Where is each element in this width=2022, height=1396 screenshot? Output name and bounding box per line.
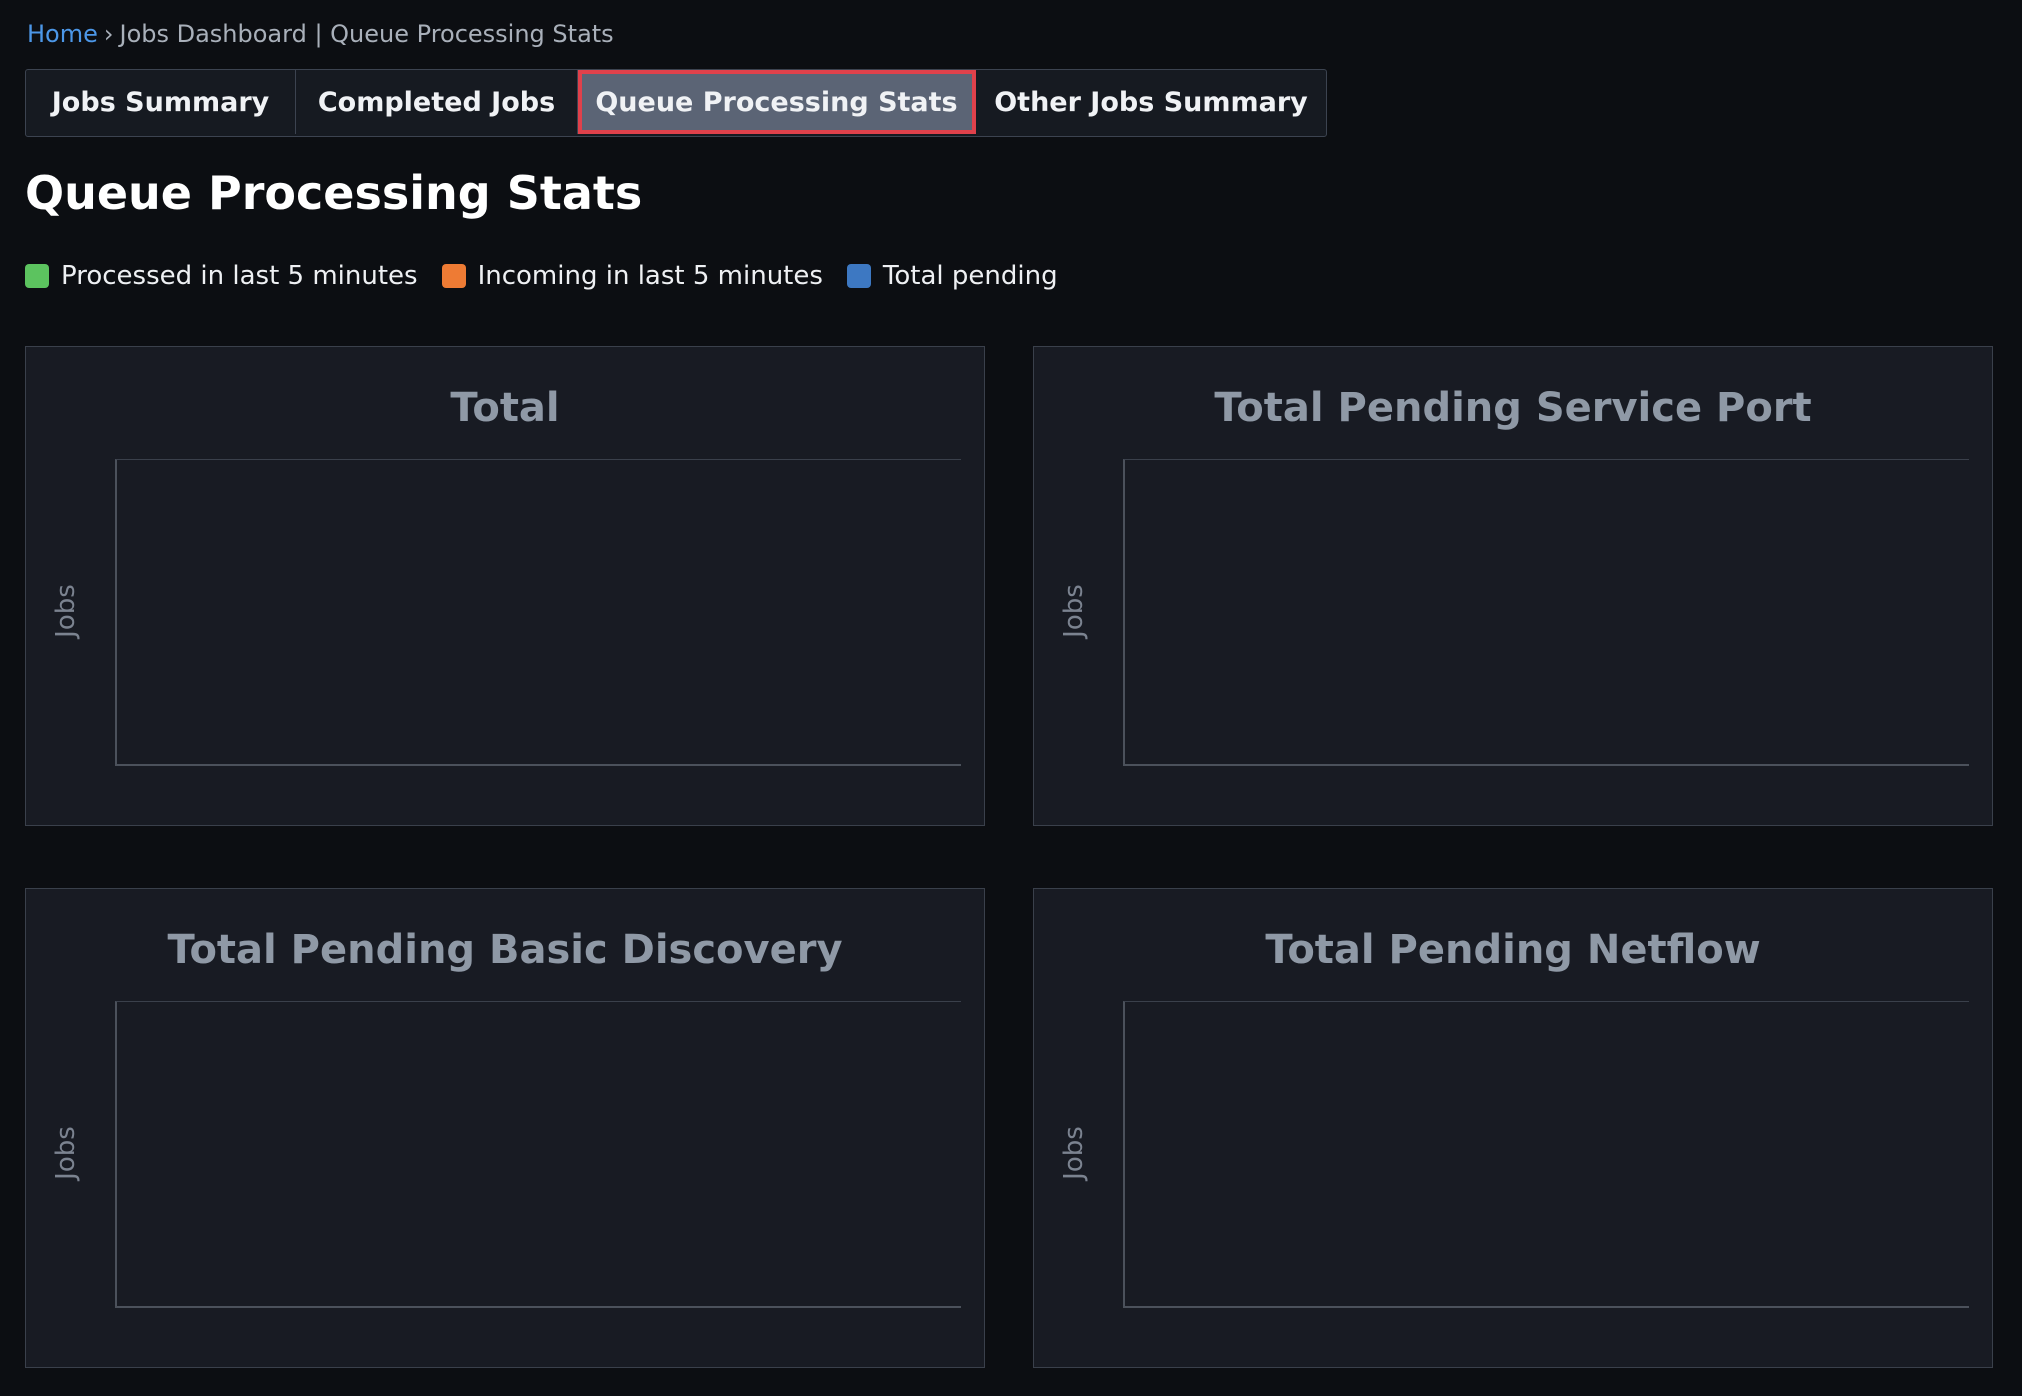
page: Home › Jobs Dashboard | Queue Processing S… bbox=[0, 0, 2022, 1396]
chart-card-total: Total Jobs bbox=[25, 346, 985, 826]
chart-plot-area[interactable] bbox=[1123, 1001, 1969, 1308]
breadcrumb-separator: › bbox=[103, 20, 114, 48]
legend-swatch-total-pending bbox=[846, 264, 871, 288]
chart-y-axis-label-text: Jobs bbox=[51, 584, 81, 638]
chart-y-axis-label-text: Jobs bbox=[1059, 584, 1089, 638]
legend-item-processed[interactable]: Processed in last 5 minutes bbox=[25, 261, 418, 291]
breadcrumb-current: Jobs Dashboard | Queue Processing Stats bbox=[119, 20, 614, 48]
tab-bar: Jobs Summary Completed Jobs Queue Proces… bbox=[25, 69, 1327, 137]
chart-title: Total Pending Basic Discovery bbox=[167, 927, 843, 973]
tab-queue-processing-stats[interactable]: Queue Processing Stats bbox=[578, 70, 976, 134]
page-title: Queue Processing Stats bbox=[25, 166, 643, 220]
chart-plot-area[interactable] bbox=[1123, 459, 1969, 766]
tab-completed-jobs[interactable]: Completed Jobs bbox=[296, 70, 578, 134]
chart-card-total-pending-service-port: Total Pending Service Port Jobs bbox=[1033, 346, 1993, 826]
chart-card-total-pending-basic-discovery: Total Pending Basic Discovery Jobs bbox=[25, 888, 985, 1368]
legend-label-incoming: Incoming in last 5 minutes bbox=[477, 261, 823, 291]
tab-other-jobs-summary[interactable]: Other Jobs Summary bbox=[976, 70, 1326, 134]
chart-title: Total Pending Netflow bbox=[1265, 927, 1761, 973]
breadcrumb: Home › Jobs Dashboard | Queue Processing S… bbox=[27, 20, 614, 48]
chart-legend: Processed in last 5 minutes Incoming in … bbox=[25, 261, 1082, 291]
chart-card-total-pending-netflow: Total Pending Netflow Jobs bbox=[1033, 888, 1993, 1368]
legend-swatch-incoming bbox=[441, 264, 466, 288]
legend-label-total-pending: Total pending bbox=[882, 261, 1058, 291]
legend-item-total-pending[interactable]: Total pending bbox=[846, 261, 1058, 291]
legend-swatch-processed bbox=[25, 264, 49, 288]
chart-plot-area[interactable] bbox=[115, 1001, 961, 1308]
chart-y-axis-label-text: Jobs bbox=[1059, 1126, 1089, 1180]
chart-title: Total bbox=[450, 385, 560, 431]
tab-jobs-summary[interactable]: Jobs Summary bbox=[26, 70, 296, 134]
breadcrumb-home-link[interactable]: Home bbox=[27, 20, 98, 48]
chart-y-axis-label-text: Jobs bbox=[51, 1126, 81, 1180]
legend-item-incoming[interactable]: Incoming in last 5 minutes bbox=[441, 261, 823, 291]
chart-title: Total Pending Service Port bbox=[1214, 385, 1812, 431]
legend-label-processed: Processed in last 5 minutes bbox=[61, 261, 418, 291]
chart-plot-area[interactable] bbox=[115, 459, 961, 766]
